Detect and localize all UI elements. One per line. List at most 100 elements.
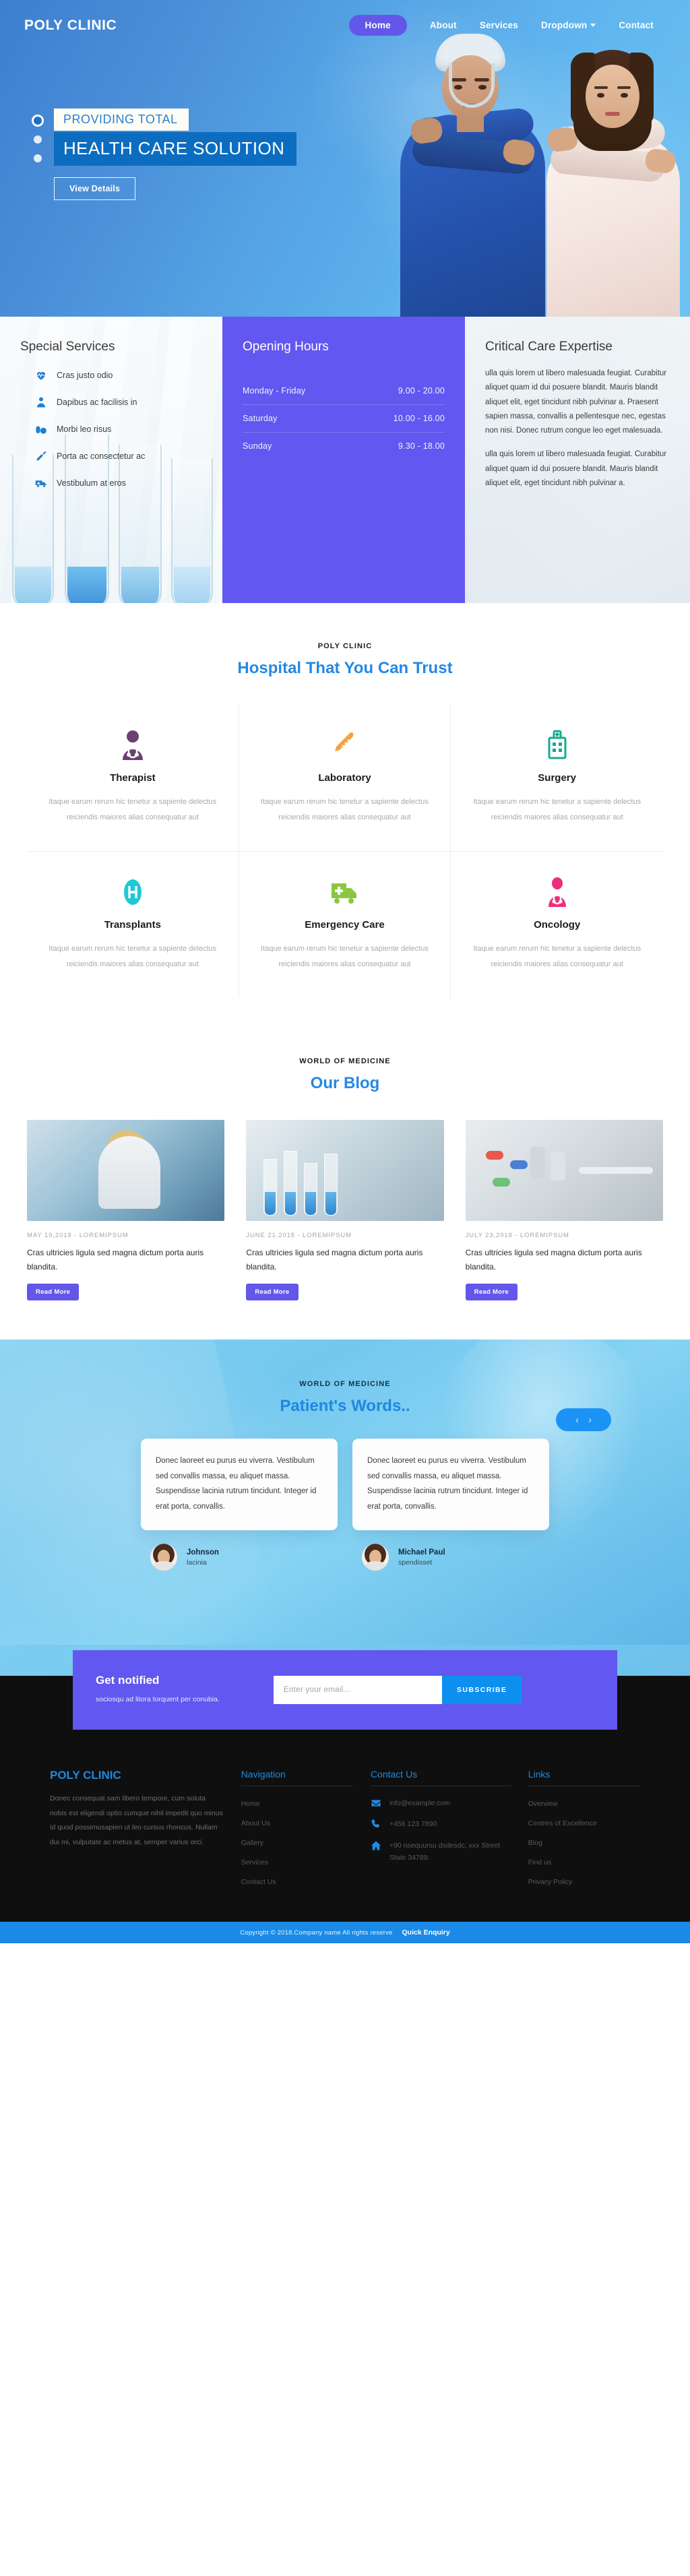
footer-link[interactable]: Overview [528, 1800, 558, 1808]
footer-nav-link[interactable]: Contact Us [241, 1878, 276, 1886]
main-navigation: Home About Services Dropdown Contact [348, 15, 654, 36]
next-arrow-icon[interactable]: › [588, 1415, 592, 1425]
service-card-body: Itaque earum rerum hic tenetur a sapient… [49, 798, 217, 822]
critical-care-panel: Critical Care Expertise ulla quis lorem … [465, 317, 690, 603]
service-card-title: Therapist [110, 772, 156, 784]
special-service-item[interactable]: Morbi leo risus [35, 423, 202, 435]
contact-address-row[interactable]: +90 nsequursu dsdesdc, xxx Street State … [371, 1840, 511, 1864]
newsletter-panel: Get notified sociosqu ad litora torquent… [73, 1650, 617, 1730]
hero-dot-3[interactable] [34, 154, 42, 162]
opening-hours-row: Saturday 10.00 - 16.00 [243, 404, 445, 432]
footer-link[interactable]: Blog [528, 1839, 542, 1847]
testimonials-section: WORLD OF MEDICINE Patient's Words.. ‹ › … [0, 1340, 690, 1645]
footer-nav-link[interactable]: Services [241, 1858, 268, 1866]
special-service-item[interactable]: Dapibus ac facilisis in [35, 396, 202, 408]
author-role: spendisset [398, 1558, 433, 1567]
ambulance-icon [257, 875, 433, 910]
hours-day: Monday - Friday [243, 386, 306, 396]
service-card-therapist[interactable]: Therapist Itaque earum rerum hic tenetur… [27, 705, 239, 852]
contact-phone: +456 123 7890 [389, 1820, 437, 1829]
service-card-emergency-care[interactable]: Emergency Care Itaque earum rerum hic te… [239, 852, 451, 999]
chevron-down-icon [590, 24, 596, 27]
special-service-label: Dapibus ac facilisis in [57, 398, 137, 407]
service-card-surgery[interactable]: Surgery Itaque earum rerum hic tenetur a… [451, 705, 663, 852]
contact-email-row[interactable]: info@example.com [371, 1797, 511, 1809]
nav-item-dropdown[interactable]: Dropdown [541, 20, 596, 30]
phone-icon [371, 1819, 381, 1829]
doctor-icon [35, 396, 47, 408]
heartbeat-icon [35, 369, 47, 381]
special-service-item[interactable]: Vestibulum at eros [35, 477, 202, 489]
hours-day: Sunday [243, 441, 272, 451]
service-card-transplants[interactable]: Transplants Itaque earum rerum hic tenet… [27, 852, 239, 999]
testimonials-nav[interactable]: ‹ › [556, 1408, 611, 1432]
hero-dot-1[interactable] [34, 117, 42, 125]
nav-dropdown-label: Dropdown [541, 20, 588, 30]
footer-link[interactable]: Find us [528, 1858, 551, 1866]
nav-item-about[interactable]: About [430, 20, 457, 30]
special-service-item[interactable]: Porta ac consectetur ac [35, 450, 202, 462]
hero-dot-2[interactable] [34, 135, 42, 144]
testimonial-card: Donec laoreet eu purus eu viverra. Vesti… [352, 1439, 549, 1531]
hospital-h-icon [44, 875, 221, 910]
testimonial-authors: Johnson lacinia Michael Paul spendisset [0, 1544, 690, 1571]
blog-section: WORLD OF MEDICINE Our Blog MAY 19,2018 -… [0, 1037, 690, 1340]
hours-time: 9.30 - 18.00 [398, 441, 445, 451]
footer-logo: POLY CLINIC [50, 1769, 121, 1782]
special-service-item[interactable]: Cras justo odio [35, 369, 202, 381]
service-card-title: Emergency Care [305, 919, 385, 931]
avatar [362, 1544, 389, 1571]
service-card-body: Itaque earum rerum hic tenetur a sapient… [261, 945, 429, 969]
trust-section: POLY CLINIC Hospital That You Can Trust … [0, 603, 690, 1038]
read-more-button[interactable]: Read More [27, 1284, 80, 1301]
blog-post-image [465, 1120, 663, 1222]
read-more-button[interactable]: Read More [246, 1284, 299, 1301]
nav-item-contact[interactable]: Contact [619, 20, 654, 30]
service-card-oncology[interactable]: Oncology Itaque earum rerum hic tenetur … [451, 852, 663, 998]
prev-arrow-icon[interactable]: ‹ [575, 1415, 579, 1425]
blog-post-card: MAY 19,2018 - LOREMIPSUM Cras ultricies … [27, 1120, 225, 1301]
blog-post-card: JUNE 21,2018 - LOREMIPSUM Cras ultricies… [246, 1120, 444, 1301]
view-details-button[interactable]: View Details [54, 177, 136, 200]
footer-nav-link[interactable]: About Us [241, 1819, 270, 1827]
hours-time: 10.00 - 16.00 [393, 414, 445, 423]
hero-content: PROVIDING TOTAL HEALTH CARE SOLUTION Vie… [0, 36, 690, 200]
testimonial-author: Johnson lacinia [141, 1544, 338, 1571]
read-more-button[interactable]: Read More [465, 1284, 518, 1301]
testimonial-cards: Donec laoreet eu purus eu viverra. Vesti… [0, 1439, 690, 1531]
hours-time: 9.00 - 20.00 [398, 386, 445, 396]
newsletter-title: Get notified [96, 1673, 160, 1687]
footer-navigation-column: Navigation Home About Us Gallery Service… [241, 1769, 353, 1895]
nav-item-services[interactable]: Services [480, 20, 518, 30]
service-card-laboratory[interactable]: Laboratory Itaque earum rerum hic tenetu… [239, 705, 451, 852]
contact-email: info@example.com [389, 1799, 450, 1808]
email-input[interactable] [274, 1676, 442, 1705]
footer-nav-link[interactable]: Gallery [241, 1839, 263, 1847]
subscribe-button[interactable]: SUBSCRIBE [442, 1676, 522, 1705]
opening-hours-panel: Opening Hours Monday - Friday 9.00 - 20.… [222, 317, 465, 603]
footer-link[interactable]: Privacy Policy [528, 1878, 572, 1886]
special-service-label: Cras justo odio [57, 371, 113, 380]
footer-nav-link[interactable]: Home [241, 1800, 260, 1808]
blog-post-meta: MAY 19,2018 - LOREMIPSUM [27, 1232, 129, 1240]
footer-links-column: Links Overview Centres of Excellence Blo… [528, 1769, 640, 1895]
home-icon [371, 1840, 381, 1851]
blog-post-image [246, 1120, 444, 1222]
footer-navigation-title: Navigation [241, 1769, 353, 1787]
service-card-body: Itaque earum rerum hic tenetur a sapient… [473, 798, 641, 822]
footer-link[interactable]: Centres of Excellence [528, 1819, 597, 1827]
service-card-title: Transplants [104, 919, 161, 931]
hero-eyebrow: PROVIDING TOTAL [54, 108, 189, 131]
testimonials-title: Patient's Words.. [280, 1397, 410, 1416]
quick-enquiry-button[interactable]: Quick Enquiry [402, 1928, 450, 1937]
special-service-label: Morbi leo risus [57, 425, 112, 434]
site-logo[interactable]: POLY CLINIC [24, 18, 117, 34]
special-services-panel: Special Services Cras justo odio Dapibus… [0, 317, 222, 603]
thermometer-icon [257, 728, 433, 763]
author-name: Johnson [187, 1548, 219, 1557]
nav-item-home[interactable]: Home [348, 15, 407, 36]
footer-links-title: Links [528, 1769, 640, 1787]
contact-phone-row[interactable]: +456 123 7890 [371, 1818, 511, 1830]
copyright-text: Copyright © 2018.Company name All rights… [240, 1928, 393, 1937]
blog-eyebrow: WORLD OF MEDICINE [299, 1057, 391, 1066]
